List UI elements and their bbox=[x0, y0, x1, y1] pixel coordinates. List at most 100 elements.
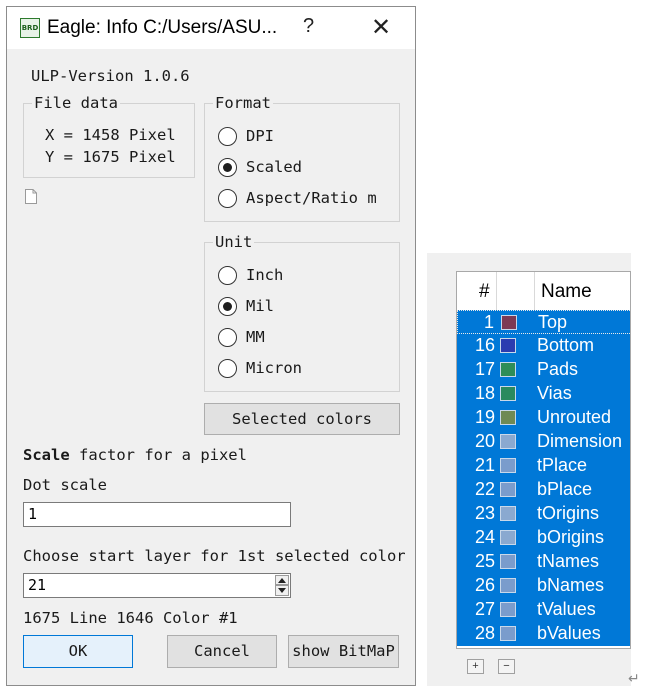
format-dpi-label: DPI bbox=[246, 127, 274, 145]
file-data-legend: File data bbox=[32, 94, 120, 112]
unit-mm-label: MM bbox=[246, 328, 265, 346]
layer-color-swatch bbox=[500, 482, 516, 497]
layer-name: Bottom bbox=[537, 335, 595, 355]
eagle-board-icon: BRD bbox=[20, 18, 40, 38]
window-title: Eagle: Info C:/Users/ASU... bbox=[47, 17, 278, 38]
return-icon: ↵ bbox=[628, 670, 640, 686]
ulp-version-label: ULP-Version 1.0.6 bbox=[31, 67, 190, 85]
format-aspect-label: Aspect/Ratio m bbox=[246, 189, 377, 207]
spin-down-arrow-icon[interactable] bbox=[275, 585, 289, 596]
format-aspect-radio[interactable] bbox=[218, 189, 237, 208]
cancel-button[interactable]: Cancel bbox=[167, 635, 277, 668]
layer-row[interactable]: 28 bValues bbox=[457, 622, 630, 646]
header-number[interactable]: # bbox=[479, 281, 490, 303]
layer-color-swatch bbox=[500, 626, 516, 641]
unit-legend: Unit bbox=[213, 233, 255, 251]
layer-name: bNames bbox=[537, 575, 605, 595]
layer-number: 26 bbox=[474, 575, 495, 595]
header-name[interactable]: Name bbox=[541, 281, 592, 303]
layer-row[interactable]: 23 tOrigins bbox=[457, 502, 630, 526]
layer-number: 21 bbox=[474, 455, 495, 475]
layer-row[interactable]: 22 bPlace bbox=[457, 478, 630, 502]
layer-row[interactable]: 20 Dimension bbox=[457, 430, 630, 454]
layer-color-swatch bbox=[501, 315, 517, 330]
layer-number: 28 bbox=[474, 623, 495, 643]
layer-name: Top bbox=[538, 312, 568, 332]
unit-mil-radio[interactable] bbox=[218, 297, 237, 316]
layer-number: 17 bbox=[474, 359, 495, 379]
unit-mm-radio[interactable] bbox=[218, 328, 237, 347]
selected-colors-button[interactable]: Selected colors bbox=[204, 403, 400, 435]
layer-color-swatch bbox=[500, 506, 516, 521]
scale-factor-heading: Scale factor for a pixel bbox=[23, 446, 247, 464]
unit-mil-label: Mil bbox=[246, 297, 274, 315]
dot-scale-label: Dot scale bbox=[23, 476, 107, 494]
layer-color-swatch bbox=[500, 338, 516, 353]
layer-color-swatch bbox=[500, 434, 516, 449]
scale-factor-text: factor for a pixel bbox=[69, 446, 247, 464]
spin-up-arrow-icon[interactable] bbox=[275, 575, 289, 585]
layer-number: 18 bbox=[474, 383, 495, 403]
format-scaled-radio[interactable] bbox=[218, 158, 237, 177]
layer-color-swatch bbox=[500, 554, 516, 569]
scale-bold-word: Scale bbox=[23, 446, 70, 464]
layer-number: 22 bbox=[474, 479, 495, 499]
unit-inch-radio[interactable] bbox=[218, 266, 237, 285]
layer-row[interactable]: 1 Top bbox=[457, 310, 630, 334]
layer-table: # Name 1 Top 16 Bottom 17 Pads 18 Vias 19 Unroute… bbox=[456, 271, 631, 649]
layer-color-swatch bbox=[500, 410, 516, 425]
format-dpi-radio[interactable] bbox=[218, 127, 237, 146]
layer-row[interactable]: 21 tPlace bbox=[457, 454, 630, 478]
layer-name: Unrouted bbox=[537, 407, 612, 427]
layer-row[interactable]: 16 Bottom bbox=[457, 334, 630, 358]
remove-layer-button[interactable]: − bbox=[498, 659, 515, 674]
layer-color-swatch bbox=[500, 578, 516, 593]
dot-scale-input[interactable]: 1 bbox=[23, 502, 291, 527]
layer-table-header: # Name bbox=[457, 272, 630, 310]
start-layer-spinbox[interactable]: 21 bbox=[23, 573, 291, 598]
layer-name: bPlace bbox=[537, 479, 593, 499]
header-divider bbox=[496, 272, 497, 310]
add-layer-button[interactable]: + bbox=[467, 659, 484, 674]
unit-micron-label: Micron bbox=[246, 359, 302, 377]
format-scaled-label: Scaled bbox=[246, 158, 302, 176]
layer-name: tPlace bbox=[537, 455, 588, 475]
layer-row[interactable]: 24 bOrigins bbox=[457, 526, 630, 550]
layer-name: Pads bbox=[537, 359, 579, 379]
status-line: 1675 Line 1646 Color #1 bbox=[23, 609, 238, 627]
layer-row[interactable]: 17 Pads bbox=[457, 358, 630, 382]
unit-inch-label: Inch bbox=[246, 266, 284, 284]
unit-micron-radio[interactable] bbox=[218, 359, 237, 378]
layer-number: 27 bbox=[474, 599, 495, 619]
layer-row[interactable]: 26 bNames bbox=[457, 574, 630, 598]
layer-row[interactable]: 19 Unrouted bbox=[457, 406, 630, 430]
layer-name: tNames bbox=[537, 551, 600, 571]
layer-name: Dimension bbox=[537, 431, 623, 451]
layer-row[interactable]: 25 tNames bbox=[457, 550, 630, 574]
header-divider bbox=[534, 272, 535, 310]
layer-number: 25 bbox=[474, 551, 495, 571]
help-button[interactable]: ? bbox=[303, 15, 314, 38]
title-bar: BRD Eagle: Info C:/Users/ASU... ? ✕ bbox=[7, 7, 415, 49]
layer-number: 16 bbox=[474, 335, 495, 355]
show-bitmap-button[interactable]: show BitMaP bbox=[288, 635, 399, 668]
layer-color-swatch bbox=[500, 458, 516, 473]
info-dialog: BRD Eagle: Info C:/Users/ASU... ? ✕ ULP-… bbox=[6, 6, 416, 686]
file-icon bbox=[25, 189, 37, 204]
file-x-value: X = 1458 Pixel bbox=[45, 126, 176, 144]
layer-number: 24 bbox=[474, 527, 495, 547]
layer-row[interactable]: 27 tValues bbox=[457, 598, 630, 622]
start-layer-value: 21 bbox=[28, 576, 47, 594]
format-legend: Format bbox=[213, 94, 273, 112]
start-layer-label: Choose start layer for 1st selected colo… bbox=[23, 547, 406, 565]
ok-button[interactable]: OK bbox=[23, 635, 133, 668]
layer-name: bValues bbox=[537, 623, 601, 643]
layer-name: tValues bbox=[537, 599, 596, 619]
close-button[interactable]: ✕ bbox=[371, 13, 391, 42]
layer-name: Vias bbox=[537, 383, 572, 403]
layer-color-swatch bbox=[500, 530, 516, 545]
layer-name: bOrigins bbox=[537, 527, 605, 547]
layer-color-swatch bbox=[500, 386, 516, 401]
layer-number: 20 bbox=[474, 431, 495, 451]
layer-row[interactable]: 18 Vias bbox=[457, 382, 630, 406]
